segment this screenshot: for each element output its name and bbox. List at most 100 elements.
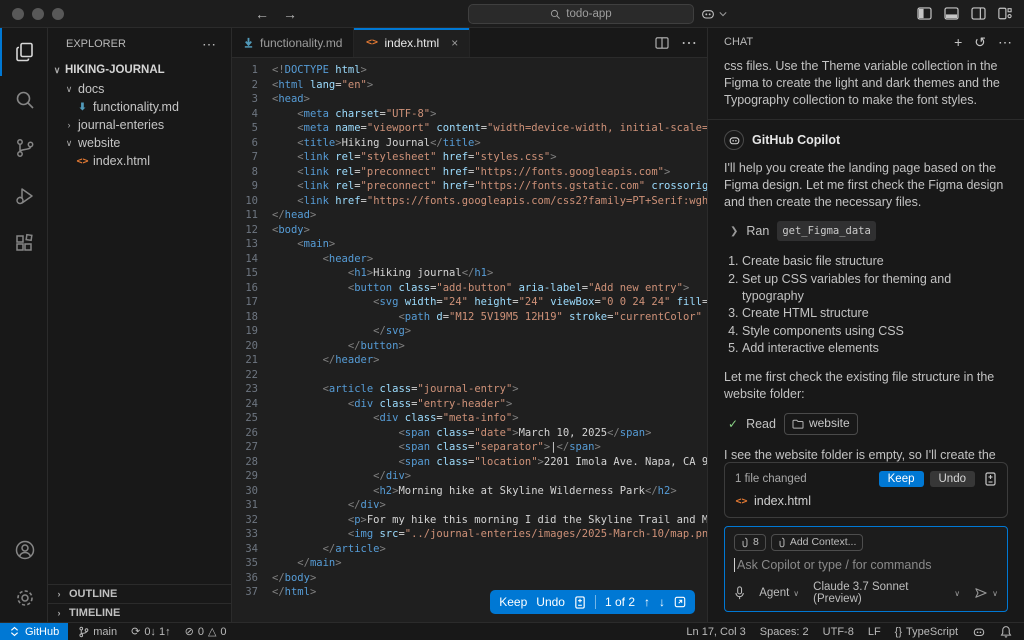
code-line[interactable]: 4 <meta charset="UTF-8"> [232,107,707,122]
code-line[interactable]: 15 <h1>Hiking journal</h1> [232,266,707,281]
outline-section[interactable]: › OUTLINE [48,584,231,603]
navigate-forward-button[interactable]: → [283,6,297,22]
copilot-icon[interactable] [700,6,716,22]
notifications-bell-icon[interactable] [1000,625,1012,638]
code-line[interactable]: 5 <meta name="viewport" content="width=d… [232,121,707,136]
code-line[interactable]: 13 <main> [232,237,707,252]
maximize-window-icon[interactable] [52,7,64,20]
code-line[interactable]: 2 <html lang="en"> [232,78,707,93]
code-line[interactable]: 20 </button> [232,339,707,354]
activity-search[interactable] [0,76,47,124]
code-editor[interactable]: 1 <!DOCTYPE html> 2 <html lang="en"> 3 <head>… [232,58,707,622]
code-line[interactable]: 24 <div class="entry-header"> [232,397,707,412]
activity-extensions[interactable] [0,220,47,268]
navigate-back-button[interactable]: ← [255,6,269,22]
sync-indicator[interactable]: ⟳ 0↓ 1↑ [131,625,171,639]
folder-tree-item[interactable]: ∨ website [48,134,231,152]
keep-button[interactable]: Keep [499,595,527,609]
timeline-section[interactable]: › TIMELINE [48,603,231,622]
eol-setting[interactable]: LF [868,626,881,638]
indentation-setting[interactable]: Spaces: 2 [760,626,809,638]
minimize-window-icon[interactable] [32,7,44,20]
next-change-button[interactable]: ↓ [659,595,665,609]
workspace-root-folder[interactable]: ∨ HIKING-JOURNAL [48,60,231,80]
code-line[interactable]: 28 <span class="location">2201 Imola Ave… [232,455,707,470]
code-line[interactable]: 26 <span class="date">March 10, 2025</sp… [232,426,707,441]
close-window-icon[interactable] [12,7,24,20]
language-mode[interactable]: {} TypeScript [895,626,958,638]
code-line[interactable]: 1 <!DOCTYPE html> [232,63,707,78]
code-line[interactable]: 14 <header> [232,252,707,267]
editor-more-actions[interactable]: ⋯ [681,33,697,53]
undo-all-button[interactable]: Undo [929,471,975,487]
code-line[interactable]: 27 <span class="separator">|</span> [232,440,707,455]
branch-indicator[interactable]: main [78,626,117,638]
code-line[interactable]: 30 <h2>Morning hike at Skyline Wildernes… [232,484,707,499]
chat-history-icon[interactable]: ↺ [974,34,986,51]
file-tree-item[interactable]: ⬇ functionality.md [48,98,231,116]
code-line[interactable]: 25 <div class="meta-info"> [232,411,707,426]
microphone-icon[interactable] [734,586,745,600]
chat-more-actions[interactable]: ⋯ [998,34,1012,51]
mode-picker[interactable]: Agent ∨ [759,587,799,599]
code-line[interactable]: 18 <path d="M12 5V19M5 12H19" stroke="cu… [232,310,707,325]
explorer-more-actions[interactable]: ⋯ [202,36,217,53]
previous-change-button[interactable]: ↑ [644,595,650,609]
undo-button[interactable]: Undo [536,595,565,609]
code-line[interactable]: 22 [232,368,707,383]
code-line[interactable]: 32 <p>For my hike this morning I did the… [232,513,707,528]
keep-all-button[interactable]: Keep [878,471,924,487]
tab-functionality-md[interactable]: functionality.md [232,28,355,57]
code-line[interactable]: 8 <link rel="preconnect" href="https://f… [232,165,707,180]
folder-tree-item[interactable]: › journal-enteries [48,116,231,134]
code-line[interactable]: 10 <link href="https://fonts.googleapis.… [232,194,707,209]
code-line[interactable]: 9 <link rel="preconnect" href="https://f… [232,179,707,194]
code-line[interactable]: 21 </header> [232,353,707,368]
problems-indicator[interactable]: ⊘ 0 △ 0 [185,625,227,639]
file-tree-item[interactable]: <> index.html [48,152,231,170]
add-context-chip[interactable]: Add Context... [770,534,864,551]
close-tab-icon[interactable]: × [451,36,458,50]
diff-file-icon[interactable] [574,595,586,609]
customize-layout-icon[interactable] [998,7,1012,20]
changed-file-row[interactable]: <> index.html [735,494,997,508]
activity-run-debug[interactable] [0,172,47,220]
chat-input-box[interactable]: 8 Add Context... Ask Copilot or type / f… [724,526,1008,612]
window-controls[interactable] [12,7,64,20]
new-chat-icon[interactable]: + [954,34,962,50]
view-diff-icon[interactable] [984,472,997,486]
code-line[interactable]: 33 <img src="../journal-enteries/images/… [232,527,707,542]
folder-chip[interactable]: website [783,413,858,435]
send-button[interactable]: ∨ [974,587,998,599]
model-picker[interactable]: Claude 3.7 Sonnet (Preview) ∨ [813,581,960,605]
activity-explorer[interactable] [0,28,47,76]
chevron-down-icon[interactable] [719,10,727,18]
tool-read-row[interactable]: ✓ Read website [728,413,1008,435]
toggle-sidebar-icon[interactable] [917,7,932,20]
chat-text-input[interactable]: Ask Copilot or type / for commands [734,558,998,572]
encoding-setting[interactable]: UTF-8 [823,626,854,638]
code-line[interactable]: 16 <button class="add-button" aria-label… [232,281,707,296]
copilot-status-icon[interactable] [972,625,986,639]
activity-source-control[interactable] [0,124,47,172]
toggle-secondary-sidebar-icon[interactable] [971,7,986,20]
code-line[interactable]: 3 <head> [232,92,707,107]
open-changes-icon[interactable] [674,596,686,608]
code-line[interactable]: 23 <article class="journal-entry"> [232,382,707,397]
accounts-button[interactable] [0,526,47,574]
code-line[interactable]: 31 </div> [232,498,707,513]
code-line[interactable]: 36 </body> [232,571,707,586]
code-line[interactable]: 29 </div> [232,469,707,484]
code-line[interactable]: 34 </article> [232,542,707,557]
code-line[interactable]: 6 <title>Hiking Journal</title> [232,136,707,151]
chat-messages[interactable]: css files. Use the Theme variable collec… [708,56,1024,462]
code-line[interactable]: 35 </main> [232,556,707,571]
code-line[interactable]: 11 </head> [232,208,707,223]
code-line[interactable]: 12 <body> [232,223,707,238]
code-line[interactable]: 7 <link rel="stylesheet" href="styles.cs… [232,150,707,165]
command-center-search[interactable]: todo-app [468,4,694,24]
folder-tree-item[interactable]: ∨ docs [48,80,231,98]
code-line[interactable]: 19 </svg> [232,324,707,339]
cursor-position[interactable]: Ln 17, Col 3 [686,626,745,638]
tool-run-row[interactable]: ❯ Ran get_Figma_data [730,221,1008,241]
